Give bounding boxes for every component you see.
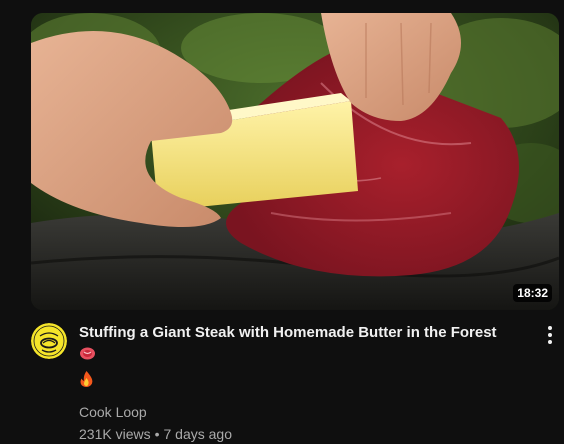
upload-age: 7 days ago [163, 426, 233, 442]
steak-emoji-icon [79, 345, 96, 369]
channel-avatar[interactable] [31, 323, 67, 359]
meta-separator: • [154, 426, 160, 442]
video-title-text: Stuffing a Giant Steak with Homemade But… [79, 324, 497, 341]
video-thumbnail[interactable]: 18:32 [31, 13, 559, 310]
video-title[interactable]: Stuffing a Giant Steak with Homemade But… [79, 322, 511, 394]
more-actions-button[interactable] [539, 322, 561, 348]
video-duration-badge: 18:32 [513, 284, 552, 302]
fire-emoji-icon [79, 370, 94, 394]
video-stats: 231K views • 7 days ago [79, 424, 511, 444]
channel-name[interactable]: Cook Loop [79, 402, 511, 422]
video-meta: Stuffing a Giant Steak with Homemade But… [79, 322, 511, 444]
cook-loop-logo [31, 323, 67, 359]
video-card[interactable]: 18:32 Stuffing a Giant Steak with Homema… [0, 0, 564, 442]
thumbnail-image [31, 13, 559, 310]
more-vert-icon [548, 326, 552, 344]
view-count: 231K views [79, 426, 151, 442]
